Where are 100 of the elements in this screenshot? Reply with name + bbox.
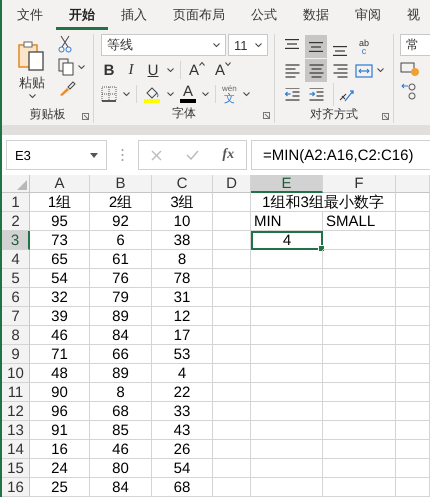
column-header[interactable]: B bbox=[90, 175, 152, 193]
dialog-launcher-icon[interactable] bbox=[382, 113, 389, 120]
decrease-font-button[interactable]: A bbox=[213, 62, 233, 78]
empty-cell bbox=[251, 288, 323, 307]
font-color-button[interactable]: A bbox=[180, 85, 196, 103]
formula-field[interactable]: =MIN(A2:A16,C2:C16) bbox=[251, 140, 430, 170]
caret-icon[interactable] bbox=[377, 68, 384, 73]
ribbon-tab[interactable]: 视 bbox=[394, 0, 430, 30]
row-header[interactable]: 8 bbox=[2, 326, 30, 345]
drag-handle-icon[interactable] bbox=[121, 148, 124, 162]
caret-icon[interactable] bbox=[28, 94, 36, 99]
align-center-icon bbox=[308, 64, 324, 78]
table-cell: 68 bbox=[90, 402, 152, 421]
ribbon-tab[interactable]: 审阅 bbox=[342, 0, 394, 30]
caret-icon[interactable] bbox=[213, 42, 220, 48]
italic-button[interactable]: I bbox=[123, 62, 139, 78]
column-header[interactable]: A bbox=[30, 175, 90, 193]
alignment-button[interactable] bbox=[305, 35, 327, 58]
table-cell: 12 bbox=[152, 307, 213, 326]
insert-function-button[interactable]: fx bbox=[222, 147, 234, 163]
ribbon-tab[interactable]: 页面布局 bbox=[160, 0, 238, 30]
row-header[interactable]: 5 bbox=[2, 269, 30, 288]
empty-cell bbox=[251, 250, 323, 269]
column-header[interactable]: C bbox=[152, 175, 213, 193]
caret-icon[interactable] bbox=[242, 92, 250, 96]
empty-cell bbox=[251, 383, 323, 402]
table-cell: 85 bbox=[90, 421, 152, 440]
row-header[interactable]: 3 bbox=[2, 231, 30, 250]
table-cell: 31 bbox=[152, 288, 213, 307]
row-header[interactable]: 16 bbox=[2, 478, 30, 497]
ribbon-tab[interactable]: 公式 bbox=[238, 0, 290, 30]
wrap-text-button[interactable]: ab c bbox=[353, 35, 375, 58]
caret-icon[interactable] bbox=[167, 68, 174, 72]
row-header[interactable]: 9 bbox=[2, 345, 30, 364]
ribbon-tab[interactable]: 数据 bbox=[290, 0, 342, 30]
caret-icon[interactable] bbox=[123, 92, 130, 96]
row-header[interactable]: 15 bbox=[2, 459, 30, 478]
empty-cell bbox=[213, 307, 251, 326]
column-header[interactable]: D bbox=[213, 175, 251, 193]
paintbrush-icon[interactable] bbox=[58, 81, 76, 97]
paste-button[interactable]: 粘贴 bbox=[10, 34, 54, 105]
empty-cell bbox=[251, 307, 323, 326]
table-cell: 33 bbox=[152, 402, 213, 421]
table-cell: 4 bbox=[251, 231, 323, 250]
check-icon[interactable] bbox=[186, 150, 199, 160]
increase-indent-icon bbox=[308, 88, 324, 102]
ribbon-tab[interactable]: 插入 bbox=[108, 0, 160, 30]
ribbon-tab[interactable]: 文件 bbox=[4, 0, 56, 30]
table-cell: 24 bbox=[30, 459, 90, 478]
align-left-icon bbox=[284, 64, 300, 78]
bold-button[interactable]: B bbox=[101, 62, 117, 78]
table-cell: 53 bbox=[152, 345, 213, 364]
row-header[interactable]: 12 bbox=[2, 402, 30, 421]
table-cell: 66 bbox=[90, 345, 152, 364]
row-header[interactable]: 13 bbox=[2, 421, 30, 440]
row-header[interactable]: 2 bbox=[2, 212, 30, 231]
column-header[interactable]: E bbox=[251, 175, 323, 193]
row-header[interactable]: 1 bbox=[2, 193, 30, 212]
row-header[interactable]: 14 bbox=[2, 440, 30, 459]
scissors-icon[interactable] bbox=[58, 35, 72, 53]
table-cell: 80 bbox=[90, 459, 152, 478]
empty-cell bbox=[213, 212, 251, 231]
align-bottom-icon bbox=[333, 46, 347, 56]
row-header[interactable]: 7 bbox=[2, 307, 30, 326]
table-cell: 8 bbox=[152, 250, 213, 269]
phonetic-button[interactable]: wén 文 bbox=[222, 84, 237, 104]
dialog-launcher-icon[interactable] bbox=[263, 112, 270, 119]
borders-icon[interactable] bbox=[101, 86, 117, 102]
caret-icon[interactable] bbox=[202, 92, 209, 96]
increase-font-button[interactable]: A bbox=[187, 62, 207, 78]
font-name-dropdown[interactable]: 等线 bbox=[101, 34, 226, 56]
table-cell: 8 bbox=[90, 383, 152, 402]
fill-handle[interactable] bbox=[318, 245, 325, 252]
row-header[interactable]: 4 bbox=[2, 250, 30, 269]
caret-icon[interactable] bbox=[78, 64, 85, 70]
table-cell: 43 bbox=[152, 421, 213, 440]
table-cell: 89 bbox=[90, 307, 152, 326]
underline-button[interactable]: U bbox=[145, 62, 161, 78]
row-header[interactable]: 10 bbox=[2, 364, 30, 383]
table-cell: 84 bbox=[90, 478, 152, 497]
caret-icon[interactable] bbox=[167, 92, 174, 96]
empty-cell bbox=[396, 269, 430, 288]
number-format-dropdown[interactable]: 常 bbox=[400, 34, 430, 56]
caret-icon[interactable] bbox=[255, 42, 262, 48]
group-label: 对齐方式 bbox=[310, 106, 358, 123]
dialog-launcher-icon[interactable] bbox=[82, 113, 89, 120]
empty-cell bbox=[213, 459, 251, 478]
empty-cell bbox=[213, 193, 251, 212]
alignment-button[interactable] bbox=[305, 59, 327, 82]
dropdown-arrow-icon[interactable] bbox=[90, 152, 98, 158]
empty-cell bbox=[396, 326, 430, 345]
up-chevron-icon bbox=[199, 62, 205, 66]
name-box[interactable]: E3 bbox=[6, 140, 107, 170]
column-header[interactable]: F bbox=[323, 175, 396, 193]
row-header[interactable]: 11 bbox=[2, 383, 30, 402]
copy-icon[interactable] bbox=[58, 58, 74, 76]
table-cell: 46 bbox=[90, 440, 152, 459]
font-size-dropdown[interactable]: 11 bbox=[228, 34, 268, 56]
row-header[interactable]: 6 bbox=[2, 288, 30, 307]
fill-color-icon[interactable] bbox=[143, 85, 161, 103]
